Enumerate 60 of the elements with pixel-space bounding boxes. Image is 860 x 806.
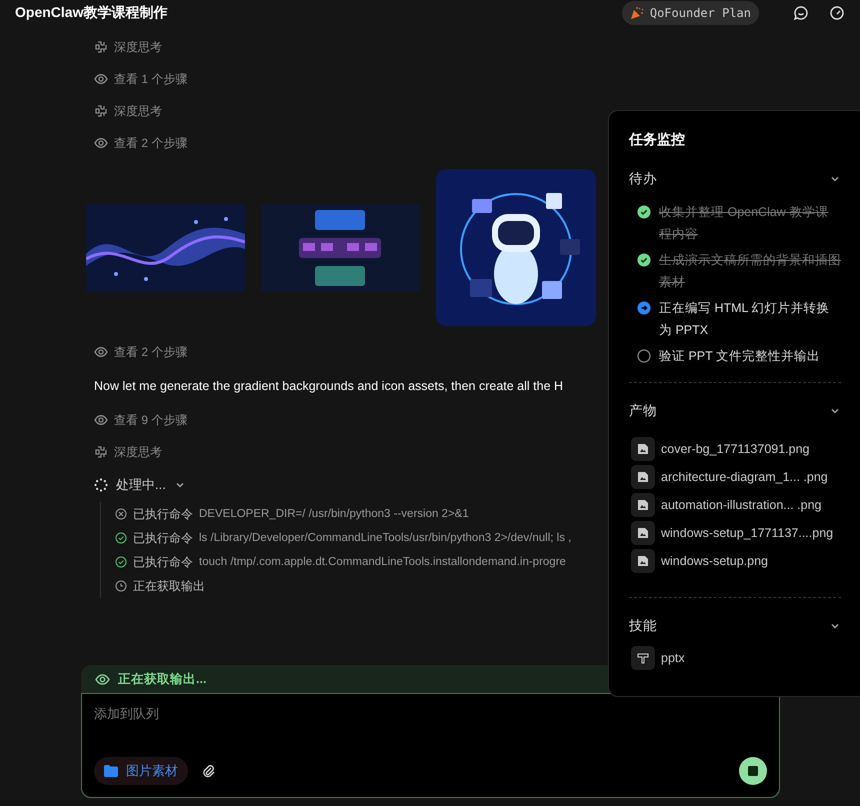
steps-link[interactable]: 查看 2 个步骤	[114, 344, 188, 360]
stop-button[interactable]	[739, 757, 767, 785]
file-item[interactable]: windows-setup.png	[629, 547, 841, 575]
command-label: 正在获取输出	[133, 578, 205, 594]
gauge-icon[interactable]	[829, 5, 845, 21]
steps-link[interactable]: 查看 1 个步骤	[114, 70, 188, 88]
file-item[interactable]: architecture-diagram_1... .png	[629, 463, 841, 491]
message-input[interactable]: 添加到队列 图片素材	[81, 693, 780, 798]
party-popper-icon	[630, 6, 644, 20]
todo-text: 收集并整理 OpenClaw 教学课程内容	[659, 204, 830, 243]
eye-icon	[94, 345, 108, 359]
thinking-label[interactable]: 深度思考	[114, 102, 162, 120]
file-name: automation-illustration... .png	[661, 498, 822, 512]
spinner-icon	[94, 478, 108, 492]
section-header[interactable]: 技能	[629, 614, 841, 638]
stop-icon	[748, 766, 758, 776]
thinking-label[interactable]: 深度思考	[114, 444, 162, 460]
eye-icon	[95, 672, 110, 686]
todo-text: 验证 PPT 文件完整性并输出	[659, 348, 820, 365]
window-title: OpenClaw教学课程制作	[15, 4, 168, 22]
eye-icon	[94, 72, 108, 86]
command-label: 已执行命令	[133, 554, 193, 570]
processing-label[interactable]: 处理中...	[116, 476, 166, 494]
image-file-icon	[631, 465, 655, 489]
skill-name: pptx	[661, 651, 685, 665]
message-text: Now let me generate the gradient backgrounds and icon assets, then create all the H	[94, 378, 564, 395]
steps-link[interactable]: 查看 9 个步骤	[114, 412, 188, 428]
eye-icon	[94, 136, 108, 150]
folder-chip[interactable]: 图片素材	[94, 757, 188, 785]
file-name: windows-setup.png	[661, 554, 768, 568]
file-name: windows-setup_1771137....png	[661, 526, 834, 540]
file-item[interactable]: windows-setup_1771137....png	[629, 519, 841, 547]
command-text: touch /tmp/.com.apple.dt.CommandLineTools.installondemand.in-progre	[199, 556, 566, 568]
panel-title: 任务监控	[629, 131, 686, 149]
command-label: 已执行命令	[133, 506, 193, 522]
steps-link[interactable]: 查看 2 个步骤	[114, 134, 188, 152]
file-item[interactable]: automation-illustration... .png	[629, 491, 841, 519]
eye-icon	[94, 413, 108, 427]
command-text: ls /Library/Developer/CommandLineTools/usr/bin/python3 2>/dev/null; ls ,	[199, 532, 572, 544]
file-item[interactable]: cover-bg_1771137091.png	[629, 435, 841, 463]
todo-text: 正在编写 HTML 幻灯片并转换为 PPTX	[659, 300, 831, 339]
image-file-icon	[631, 437, 655, 461]
attach-icon[interactable]	[202, 764, 216, 778]
section-header[interactable]: 产物	[629, 399, 841, 423]
file-name: cover-bg_1771137091.png	[661, 442, 810, 456]
image-file-icon	[631, 521, 655, 545]
image-file-icon	[631, 549, 655, 573]
todo-text: 生成演示文稿所需的背景和插图素材	[659, 252, 841, 291]
chat-icon[interactable]	[793, 5, 809, 21]
image-file-icon	[631, 493, 655, 517]
command-text: DEVELOPER_DIR=/ /usr/bin/python3 --version 2>&1	[199, 508, 469, 520]
status-text: 正在获取输出...	[118, 670, 206, 688]
plan-badge[interactable]: QoFounder Plan	[622, 1, 759, 25]
thinking-label[interactable]: 深度思考	[114, 38, 162, 56]
section-header[interactable]: 待办	[629, 167, 841, 191]
plan-label: QoFounder Plan	[650, 6, 751, 20]
folder-icon	[104, 765, 118, 777]
command-label: 已执行命令	[133, 530, 193, 546]
skill-item[interactable]: pptx	[629, 644, 841, 672]
file-name: architecture-diagram_1... .png	[661, 470, 828, 484]
